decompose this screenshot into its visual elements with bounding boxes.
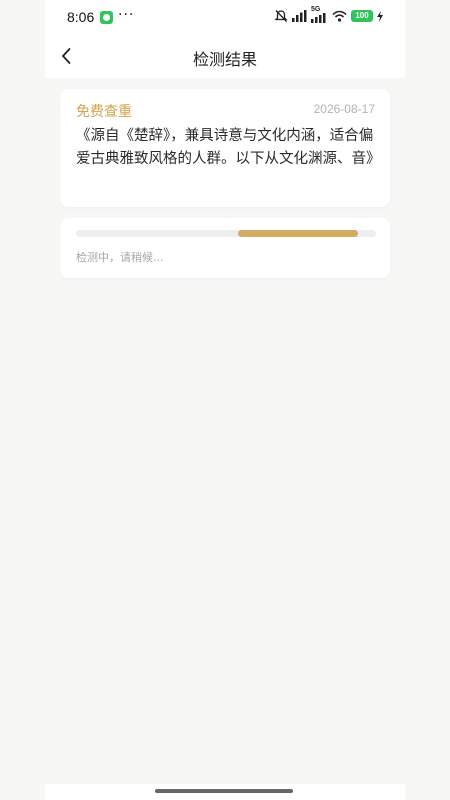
mute-icon <box>274 10 288 22</box>
check-type-tag: 免费查重 <box>76 104 132 120</box>
status-bar: 8:06 ··· 5G 100 <box>45 0 405 34</box>
result-card[interactable]: 免费查重 2026-08-17 《源自《楚辞》，兼具诗意与文化内涵，适合偏爱古典… <box>60 89 390 207</box>
signal-5g-icon: 5G <box>311 6 328 23</box>
bottom-nav-bar <box>45 784 405 800</box>
charging-icon <box>377 10 383 22</box>
wifi-icon <box>332 10 347 22</box>
network-type-label: 5G <box>311 6 321 13</box>
phone-screen: 8:06 ··· 5G 100 检测结果 免费查重 2026-08-17 《源自… <box>45 0 405 800</box>
progress-card: 检测中，请稍候... <box>60 218 390 278</box>
check-content: 《源自《楚辞》，兼具诗意与文化内涵，适合偏爱古典雅致风格的人群。以下从文化渊源、… <box>76 128 381 167</box>
battery-icon: 100 <box>351 10 373 22</box>
progress-status-text: 检测中，请稍候... <box>76 251 164 264</box>
status-time: 8:06 <box>67 9 95 25</box>
progress-track <box>76 230 376 237</box>
progress-fill <box>238 230 358 237</box>
app-notification-icon <box>100 11 113 24</box>
home-indicator[interactable] <box>155 789 293 793</box>
more-notifications-icon: ··· <box>118 7 135 23</box>
signal-icon <box>292 10 307 22</box>
check-date: 2026-08-17 <box>313 102 375 116</box>
page-title: 检测结果 <box>192 50 257 69</box>
status-icons: 5G 100 <box>274 6 383 23</box>
page-header: 检测结果 <box>45 34 405 78</box>
